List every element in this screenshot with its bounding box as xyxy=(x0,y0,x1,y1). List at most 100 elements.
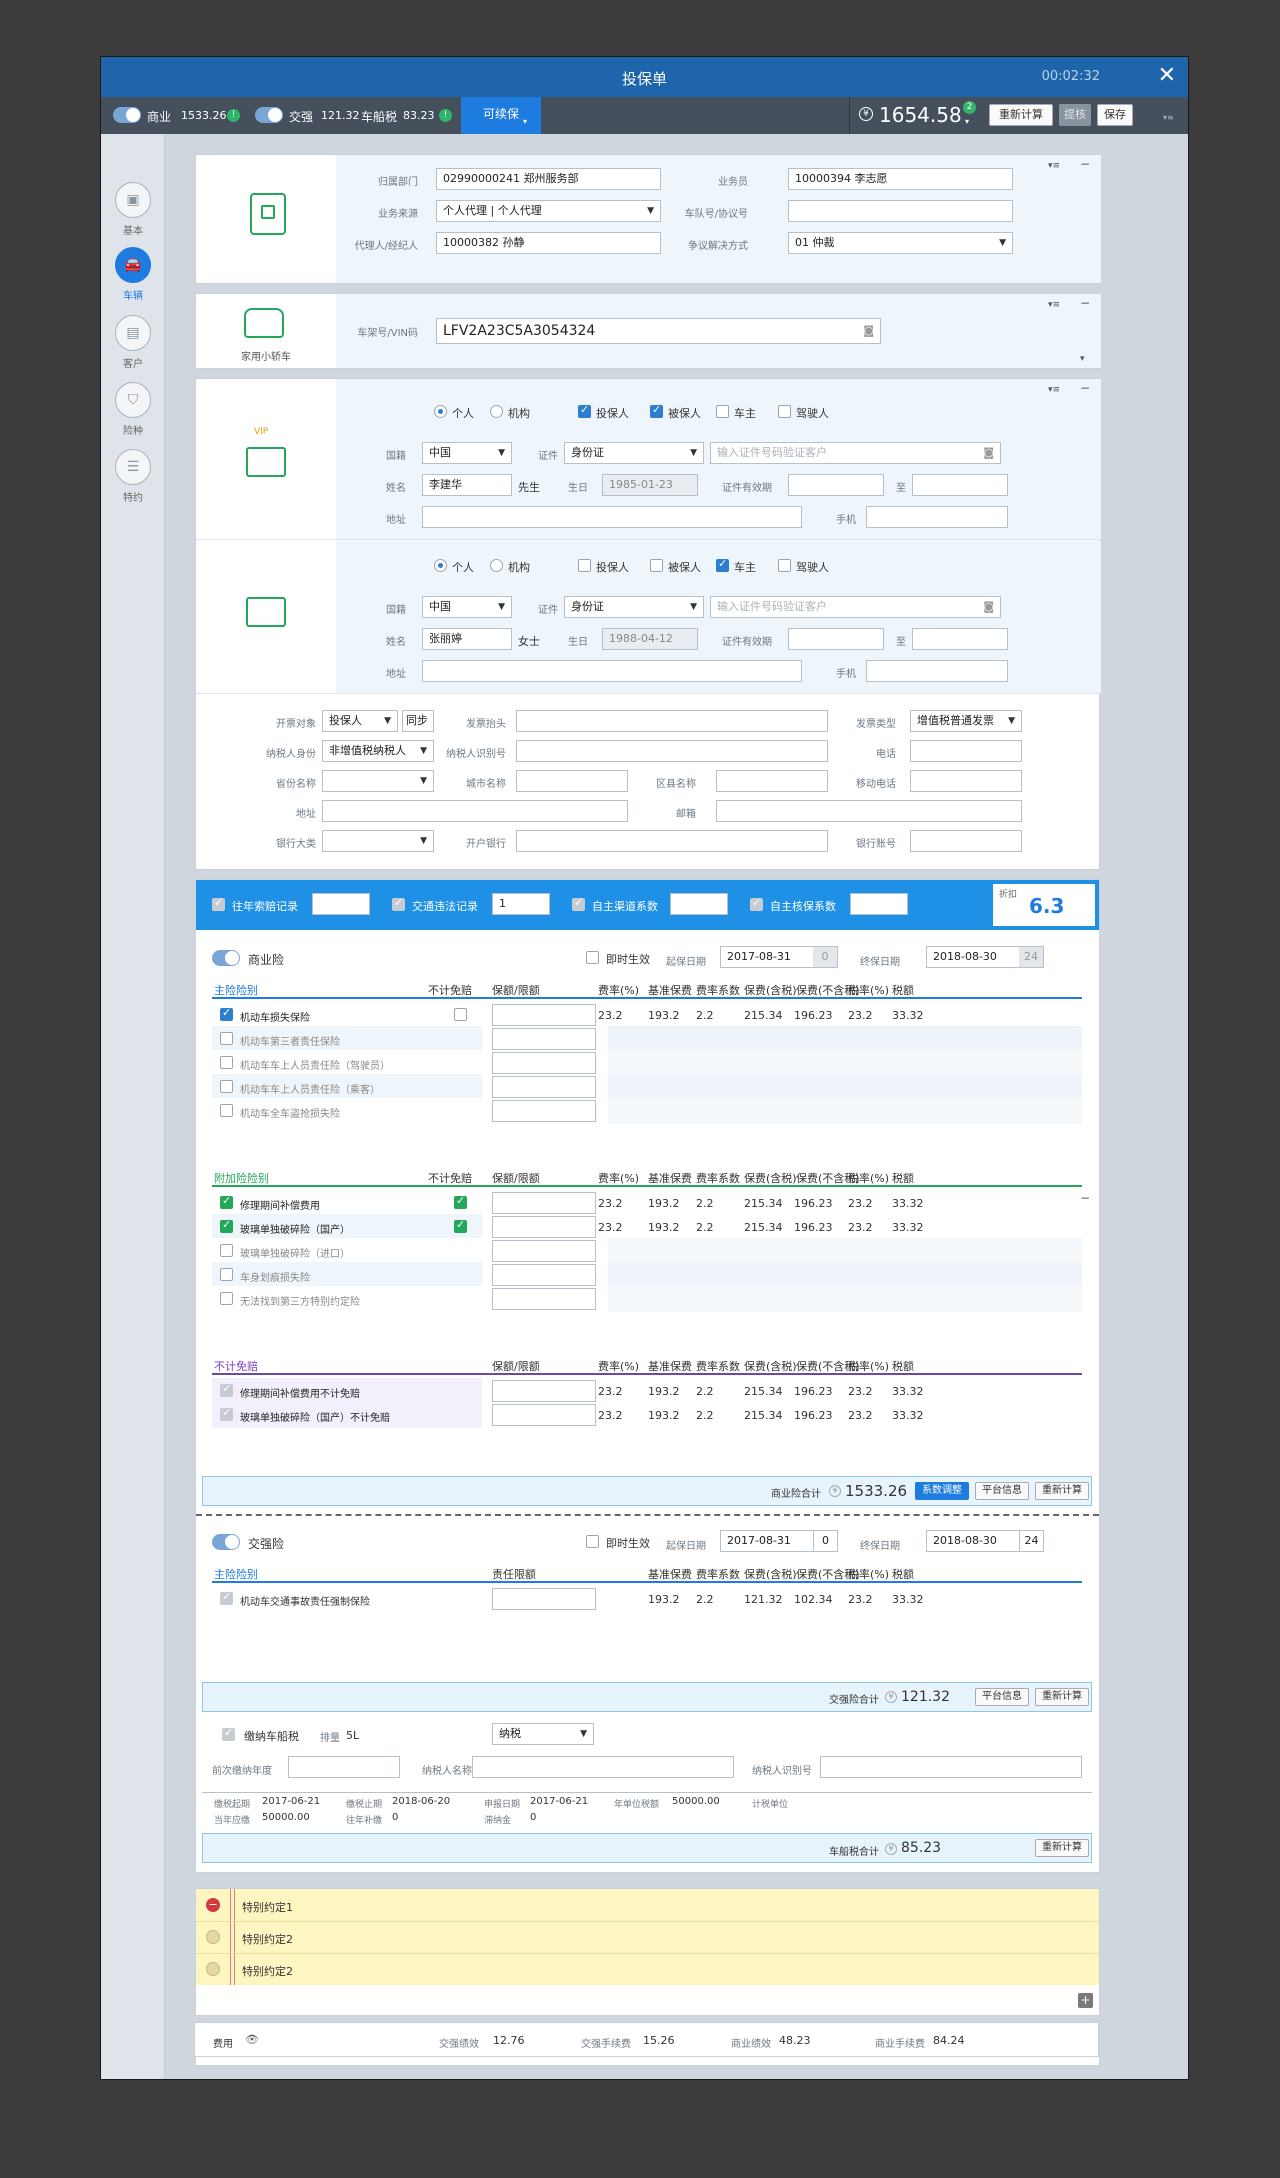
add-amount-input[interactable] xyxy=(492,1264,596,1286)
owner-checkbox[interactable] xyxy=(716,557,729,572)
add-amount-input[interactable] xyxy=(492,1240,596,1262)
collapse-icon[interactable]: − xyxy=(1080,381,1090,395)
sync-button[interactable]: 同步 xyxy=(402,710,434,732)
platform-info-button[interactable]: 平台信息 xyxy=(975,1688,1029,1706)
invoice-head-input[interactable] xyxy=(516,710,828,732)
payer-input[interactable] xyxy=(472,1756,734,1778)
collapse-icon[interactable]: − xyxy=(1080,1191,1090,1205)
basic-nav-icon[interactable]: ▣ xyxy=(115,182,151,218)
nd-select-checkbox[interactable] xyxy=(220,1406,233,1421)
add-select-checkbox[interactable] xyxy=(220,1292,233,1305)
name-input[interactable]: 张丽婷 xyxy=(422,628,512,650)
customer-nav-icon[interactable]: ▤ xyxy=(115,315,151,351)
instant-effect-checkbox[interactable] xyxy=(586,1535,599,1548)
valid-to-input[interactable] xyxy=(912,474,1008,496)
end-date-input[interactable]: 2018-08-30 24 xyxy=(926,1530,1044,1552)
traffic-input[interactable]: 1 xyxy=(492,893,550,915)
cert-number-input[interactable]: 输入证件号码验证客户 ◙ xyxy=(710,442,1001,464)
shield-nav-icon[interactable]: ⛉ xyxy=(115,382,151,418)
traffic-checkbox[interactable] xyxy=(392,896,405,911)
org-radio[interactable] xyxy=(490,405,503,418)
special-item[interactable]: 特别约定2 xyxy=(242,1963,293,1979)
address-input[interactable] xyxy=(422,660,802,682)
underwrite-checkbox[interactable] xyxy=(750,896,763,911)
main-select-checkbox[interactable] xyxy=(220,1080,233,1093)
taxid-input[interactable] xyxy=(516,740,828,762)
channel-input[interactable] xyxy=(670,893,728,915)
tax-status-select[interactable]: 纳税 ▼ xyxy=(492,1723,594,1745)
recalc-button[interactable]: 重新计算 xyxy=(989,104,1053,126)
dispute-select[interactable]: 01 仲裁 ▼ xyxy=(788,232,1013,254)
car-nav-icon[interactable]: 🚘 xyxy=(115,247,151,283)
branch-input[interactable] xyxy=(516,830,828,852)
owner-checkbox[interactable] xyxy=(716,405,729,418)
instant-effect-checkbox[interactable] xyxy=(586,951,599,964)
cert-number-input[interactable]: 输入证件号码验证客户 ◙ xyxy=(710,596,1001,618)
platform-info-button[interactable]: 平台信息 xyxy=(975,1482,1029,1500)
menu-icon[interactable]: ▾≡ xyxy=(1163,113,1174,122)
remove-icon[interactable]: − xyxy=(206,1898,220,1912)
add-select-checkbox[interactable] xyxy=(220,1194,233,1209)
fleet-field[interactable] xyxy=(788,200,1013,222)
country-select[interactable]: 中国 ▼ xyxy=(422,596,512,618)
compulsory-recalc-button[interactable]: 重新计算 xyxy=(1035,1688,1089,1706)
org-radio[interactable] xyxy=(490,559,503,572)
driver-checkbox[interactable] xyxy=(778,559,791,572)
email-input[interactable] xyxy=(716,800,1022,822)
commercial-toggle[interactable] xyxy=(113,107,141,123)
save-button[interactable]: 保存 xyxy=(1097,104,1133,126)
province-select[interactable]: ▼ xyxy=(322,770,434,792)
claims-checkbox[interactable] xyxy=(212,896,225,911)
mobile-input[interactable] xyxy=(866,506,1008,528)
main-select-checkbox[interactable] xyxy=(220,1006,233,1021)
account-input[interactable] xyxy=(910,830,1022,852)
commercial-recalc-button[interactable]: 重新计算 xyxy=(1035,1482,1089,1500)
claims-input[interactable] xyxy=(312,893,370,915)
start-date-input[interactable]: 2017-08-31 0 xyxy=(720,946,838,968)
start-date-input[interactable]: 2017-08-31 0 xyxy=(720,1530,838,1552)
vin-input[interactable]: LFV2A23C5A3054324 ◙ xyxy=(436,318,881,344)
submit-button[interactable]: 提核 xyxy=(1059,104,1091,126)
camera-icon[interactable]: ◙ xyxy=(983,597,994,617)
city-input[interactable] xyxy=(516,770,628,792)
renewable-tab[interactable]: 可续保 ▾ xyxy=(461,97,541,134)
cert-type-select[interactable]: 身份证 ▼ xyxy=(564,596,704,618)
insured-checkbox[interactable] xyxy=(650,403,663,418)
source-select[interactable]: 个人代理 | 个人代理 ▼ xyxy=(436,200,661,222)
special-item[interactable]: 特别约定2 xyxy=(242,1931,293,1947)
address-input[interactable] xyxy=(422,506,802,528)
channel-checkbox[interactable] xyxy=(572,896,585,911)
nd-select-checkbox[interactable] xyxy=(220,1382,233,1397)
chevron-down-icon[interactable]: ▾ xyxy=(965,117,969,126)
add-amount-input[interactable] xyxy=(492,1216,596,1238)
district-input[interactable] xyxy=(716,770,828,792)
nd-amount-input[interactable] xyxy=(492,1404,596,1426)
main-amount-input[interactable] xyxy=(492,1052,596,1074)
add-select-checkbox[interactable] xyxy=(220,1268,233,1281)
expand-icon[interactable]: ▾ xyxy=(1080,354,1085,364)
camera-icon[interactable]: ◙ xyxy=(983,443,994,463)
main-nondeductible-checkbox[interactable] xyxy=(454,1008,467,1021)
invoice-target-select[interactable]: 投保人 ▼ xyxy=(322,710,398,732)
panel-menu-icon[interactable]: ▾≡ xyxy=(1048,161,1060,171)
add-select-checkbox[interactable] xyxy=(220,1244,233,1257)
invoice-tel-input[interactable] xyxy=(910,740,1022,762)
panel-menu-icon[interactable]: ▾≡ xyxy=(1048,300,1060,310)
agent-field[interactable]: 10000382 孙静 xyxy=(436,232,661,254)
invoice-type-select[interactable]: 增值税普通发票 ▼ xyxy=(910,710,1022,732)
comp-amount-input[interactable] xyxy=(492,1588,596,1610)
main-amount-input[interactable] xyxy=(492,1004,596,1026)
mobile-input[interactable] xyxy=(866,660,1008,682)
compulsory-toggle[interactable] xyxy=(255,107,283,123)
vehicle-tax-recalc-button[interactable]: 重新计算 xyxy=(1035,1839,1089,1857)
panel-menu-icon[interactable]: ▾≡ xyxy=(1048,385,1060,395)
personal-radio[interactable] xyxy=(434,559,447,572)
main-select-checkbox[interactable] xyxy=(220,1104,233,1117)
pay-vehicle-tax-checkbox[interactable] xyxy=(222,1726,235,1741)
comp-select-checkbox[interactable] xyxy=(220,1590,233,1605)
main-select-checkbox[interactable] xyxy=(220,1056,233,1069)
add-nondeductible-checkbox[interactable] xyxy=(454,1218,467,1233)
taxpayer-select[interactable]: 非增值税纳税人 ▼ xyxy=(322,740,434,762)
special-nav-icon[interactable]: ☰ xyxy=(115,449,151,485)
add-amount-input[interactable] xyxy=(492,1192,596,1214)
